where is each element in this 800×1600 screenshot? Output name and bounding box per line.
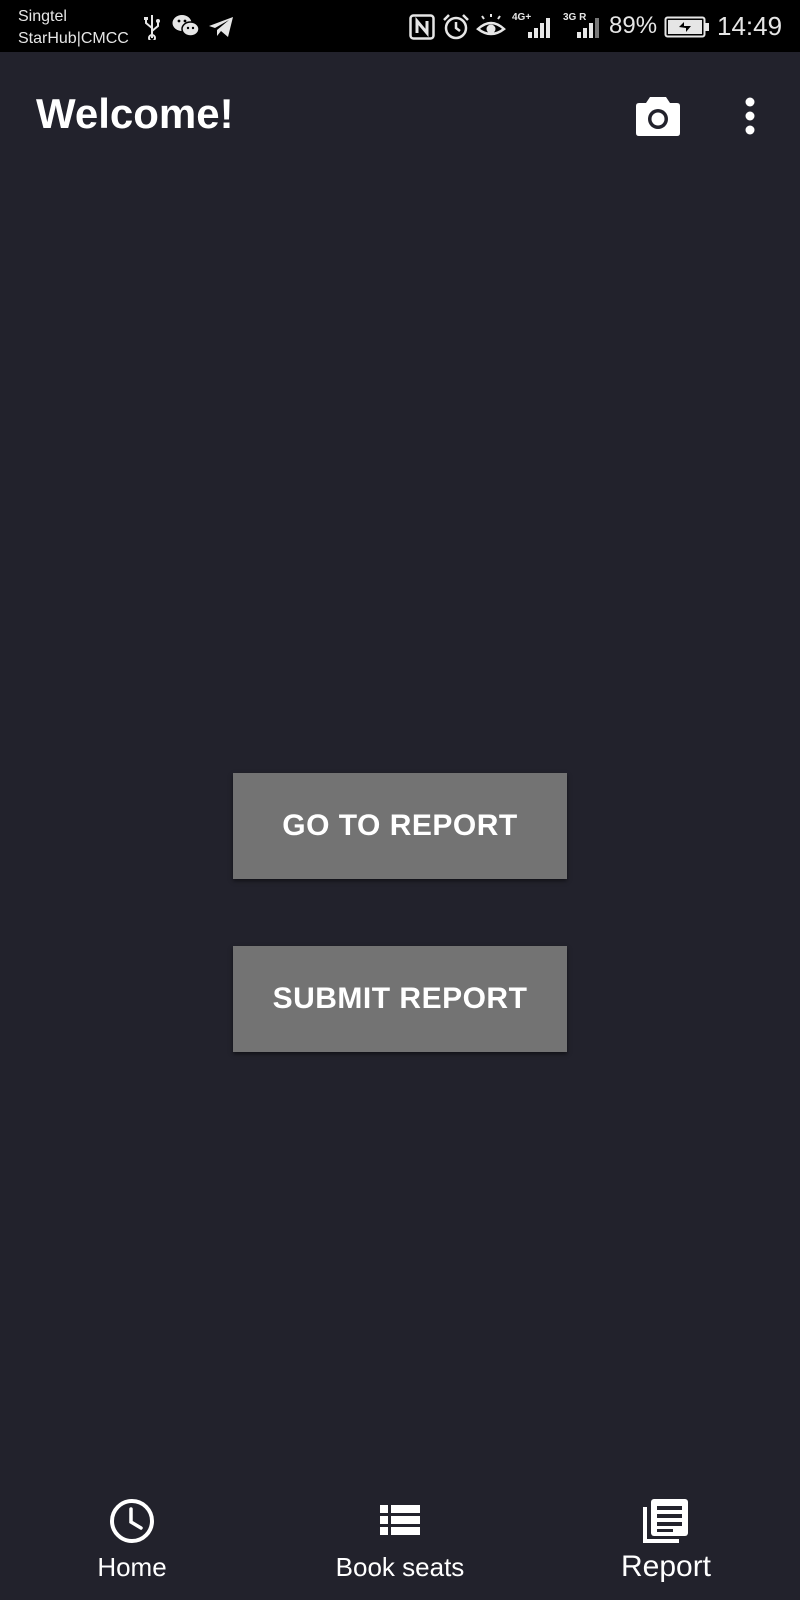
nav-item-book-seats[interactable]: Book seats <box>290 1480 510 1600</box>
list-icon <box>380 1505 420 1535</box>
eye-comfort-icon <box>476 14 506 36</box>
alarm-icon <box>443 14 469 40</box>
more-vert-icon <box>745 97 755 135</box>
app-screen: Singtel StarHub|CMCC 4G+ 3G R 89% 14:49 … <box>0 0 800 1600</box>
clock-icon <box>110 1499 154 1543</box>
nav-label-book-seats: Book seats <box>335 1552 465 1582</box>
newspaper-icon <box>643 1499 688 1543</box>
signal-3g-icon <box>577 18 599 38</box>
nav-item-report[interactable]: Report <box>556 1480 776 1600</box>
telegram-icon <box>209 17 233 37</box>
nav-item-home[interactable]: Home <box>22 1480 242 1600</box>
carrier-line-2: StarHub|CMCC <box>18 30 129 47</box>
wechat-icon <box>172 15 200 37</box>
more-options-button[interactable] <box>722 88 778 144</box>
camera-icon <box>636 97 680 136</box>
nav-label-home: Home <box>97 1552 167 1582</box>
battery-percentage: 89% <box>609 12 658 39</box>
signal-4g-icon <box>528 18 550 38</box>
bottom-navigation: Home Book seats Report <box>0 1480 800 1600</box>
camera-button[interactable] <box>628 88 688 144</box>
go-to-report-button[interactable]: GO TO REPORT <box>233 773 567 879</box>
carrier-info: Singtel StarHub|CMCC <box>18 6 129 50</box>
usb-icon <box>144 15 160 40</box>
submit-report-button[interactable]: SUBMIT REPORT <box>233 946 567 1052</box>
nav-label-report: Report <box>620 1550 712 1583</box>
nfc-icon <box>409 14 435 40</box>
battery-charging-icon <box>664 16 709 38</box>
status-bar: Singtel StarHub|CMCC 4G+ 3G R 89% 14:49 <box>0 0 800 52</box>
status-clock: 14:49 <box>717 11 783 41</box>
carrier-line-1: Singtel <box>18 8 67 25</box>
page-title: Welcome! <box>36 90 234 137</box>
